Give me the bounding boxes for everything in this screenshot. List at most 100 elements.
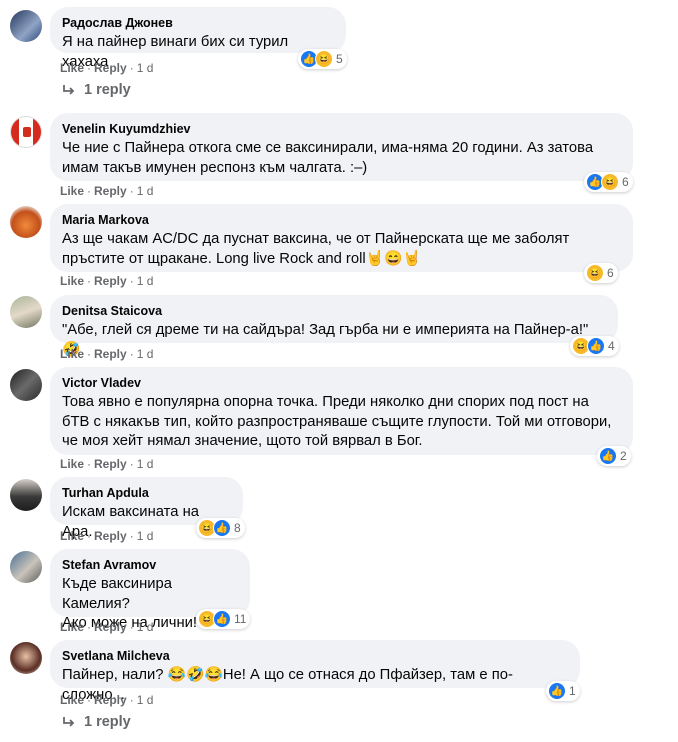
comment-bubble: Svetlana Milcheva Пайнер, нали? 😂🤣😂Не! А… [50, 640, 580, 703]
like-button[interactable]: Like [60, 61, 84, 75]
timestamp[interactable]: 1 d [137, 61, 154, 75]
laughing-face-icon: 😆 [315, 50, 333, 68]
separator: · [129, 61, 134, 75]
timestamp[interactable]: 1 d [137, 184, 154, 198]
comment-actions: Like · Reply · 1 d [60, 692, 153, 708]
like-button[interactable]: Like [60, 529, 84, 543]
comment-bubble: Maria Markova Аз ще чакам AC/DC да пусна… [50, 204, 633, 272]
timestamp[interactable]: 1 d [137, 529, 154, 543]
separator: · [87, 529, 92, 543]
thumbs-up-icon: 👍 [213, 610, 231, 628]
reaction-count: 11 [234, 612, 247, 626]
reply-button[interactable]: Reply [94, 61, 127, 75]
author-name[interactable]: Svetlana Milcheva [62, 648, 568, 664]
reply-button[interactable]: Reply [94, 620, 127, 634]
like-button[interactable]: Like [60, 457, 84, 471]
author-name[interactable]: Venelin Kuyumdzhiev [62, 121, 621, 137]
comment-text: имам такъв имунен респонз към чалгата. :… [62, 159, 368, 176]
author-name[interactable]: Denitsa Staicova [62, 303, 606, 319]
avatar[interactable] [10, 10, 42, 42]
separator: · [129, 184, 134, 198]
separator: · [87, 347, 92, 361]
avatar[interactable] [10, 206, 42, 238]
timestamp[interactable]: 1 d [137, 620, 154, 634]
reaction-count: 4 [608, 339, 615, 353]
avatar[interactable] [10, 296, 42, 328]
separator: · [129, 347, 134, 361]
reply-button[interactable]: Reply [94, 457, 127, 471]
reply-button[interactable]: Reply [94, 184, 127, 198]
like-button[interactable]: Like [60, 184, 84, 198]
comment-text: Че ние с Пайнера откога сме се ваксинира… [62, 140, 594, 156]
comment-text: бТВ с някакъв тип, който разпространяваш… [62, 413, 612, 430]
timestamp[interactable]: 1 d [137, 457, 154, 471]
reply-button[interactable]: Reply [94, 693, 127, 707]
like-button[interactable]: Like [60, 620, 84, 634]
author-name[interactable]: Turhan Apdula [62, 485, 231, 501]
reaction-summary[interactable]: 👍 2 [597, 446, 631, 466]
thumbs-up-icon: 👍 [599, 447, 617, 465]
reply-button[interactable]: Reply [94, 347, 127, 361]
separator: · [87, 274, 92, 288]
separator: · [87, 457, 92, 471]
avatar[interactable] [10, 642, 42, 674]
timestamp[interactable]: 1 d [137, 347, 154, 361]
like-button[interactable]: Like [60, 274, 84, 288]
comment-bubble: Радослав Джонев Я на пайнер винаги бих с… [50, 7, 346, 70]
avatar[interactable] [10, 369, 42, 401]
reaction-summary[interactable]: 😆 6 [584, 263, 618, 283]
reaction-count: 6 [622, 175, 629, 189]
reaction-summary[interactable]: 😆 👍 11 [196, 609, 251, 629]
thumbs-up-icon: 👍 [587, 337, 605, 355]
laughing-face-icon: 😆 [586, 264, 604, 282]
separator: · [129, 457, 134, 471]
author-name[interactable]: Maria Markova [62, 212, 621, 228]
thumbs-up-icon: 👍 [213, 519, 231, 537]
timestamp[interactable]: 1 d [137, 693, 154, 707]
comment-bubble: Stefan Avramov Къде ваксинира Камелия? А… [50, 549, 250, 631]
comment-text: Аз ще чакам AC/DC да пуснат ваксина, че … [62, 231, 570, 247]
reaction-summary[interactable]: 😆 👍 4 [570, 336, 619, 356]
reaction-summary[interactable]: 👍 1 [546, 681, 580, 701]
comment-actions: Like · Reply · 1 d [60, 528, 153, 544]
avatar[interactable] [10, 116, 42, 148]
author-name[interactable]: Stefan Avramov [62, 557, 238, 573]
comment-actions: Like · Reply · 1 d [60, 60, 153, 76]
comment-text: Това явно е популярна опорна точка. Пред… [62, 394, 589, 410]
reaction-count: 1 [569, 684, 576, 698]
author-name[interactable]: Радослав Джонев [62, 15, 334, 31]
author-name[interactable]: Victor Vladev [62, 375, 621, 391]
comment-actions: Like · Reply · 1 d [60, 183, 153, 199]
view-replies-link[interactable]: 1 reply [62, 714, 131, 730]
comment-bubble: Denitsa Staicova "Абе, глей ся дреме ти … [50, 295, 618, 358]
comment-actions: Like · Reply · 1 d [60, 273, 153, 289]
reaction-summary[interactable]: 👍 😆 5 [298, 49, 347, 69]
comment-actions: Like · Reply · 1 d [60, 456, 153, 472]
reply-arrow-icon [63, 717, 75, 727]
comment-bubble: Victor Vladev Това явно е популярна опор… [50, 367, 633, 455]
replies-count: 1 reply [84, 714, 131, 730]
comment-actions: Like · Reply · 1 d [60, 619, 153, 635]
separator: · [129, 620, 134, 634]
reply-button[interactable]: Reply [94, 529, 127, 543]
separator: · [87, 620, 92, 634]
comment-text: пръстите от щракане. Long live Rock and … [62, 250, 421, 267]
view-replies-link[interactable]: 1 reply [62, 82, 131, 98]
separator: · [87, 184, 92, 198]
avatar[interactable] [10, 551, 42, 583]
thumbs-up-icon: 👍 [548, 682, 566, 700]
avatar[interactable] [10, 479, 42, 511]
reaction-summary[interactable]: 😆 👍 8 [196, 518, 245, 538]
separator: · [129, 693, 134, 707]
comment-bubble: Venelin Kuyumdzhiev Че ние с Пайнера отк… [50, 113, 633, 181]
like-button[interactable]: Like [60, 693, 84, 707]
reply-button[interactable]: Reply [94, 274, 127, 288]
like-button[interactable]: Like [60, 347, 84, 361]
separator: · [87, 61, 92, 75]
reaction-count: 8 [234, 521, 241, 535]
reply-arrow-icon [63, 85, 75, 95]
replies-count: 1 reply [84, 82, 131, 98]
reaction-summary[interactable]: 👍 😆 6 [584, 172, 633, 192]
separator: · [129, 529, 134, 543]
timestamp[interactable]: 1 d [137, 274, 154, 288]
